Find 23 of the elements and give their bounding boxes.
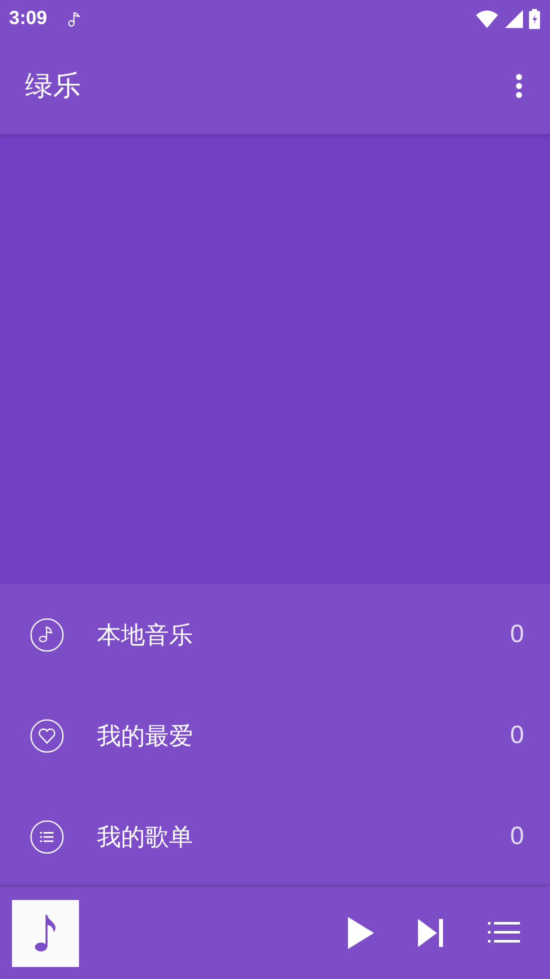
- play-icon[interactable]: [348, 917, 374, 949]
- music-note-icon: [67, 10, 82, 28]
- music-note-icon: [34, 913, 58, 953]
- more-options-icon[interactable]: [515, 73, 523, 99]
- item-count: 0: [510, 822, 524, 851]
- item-count: 0: [510, 721, 524, 750]
- skip-next-icon[interactable]: [418, 919, 444, 947]
- menu-label: 我的歌单: [97, 822, 194, 852]
- item-count: 0: [510, 620, 524, 649]
- menu-label: 我的最爱: [97, 720, 194, 752]
- album-art[interactable]: [12, 900, 79, 966]
- menu-item[interactable]: 本地音乐 0: [0, 584, 550, 685]
- app-title: 绿乐: [25, 68, 81, 104]
- signal-icon: [505, 10, 523, 28]
- music-note-icon: [30, 618, 64, 652]
- menu-item[interactable]: 我的歌单 0: [0, 786, 550, 887]
- menu-item[interactable]: 我的最爱 0: [0, 685, 550, 786]
- list-icon: [30, 820, 64, 854]
- wifi-icon: [475, 9, 499, 29]
- status-time: 3:09: [9, 8, 48, 30]
- queue-icon[interactable]: [488, 921, 520, 945]
- battery-icon: [529, 9, 540, 29]
- menu-label: 本地音乐: [97, 620, 194, 650]
